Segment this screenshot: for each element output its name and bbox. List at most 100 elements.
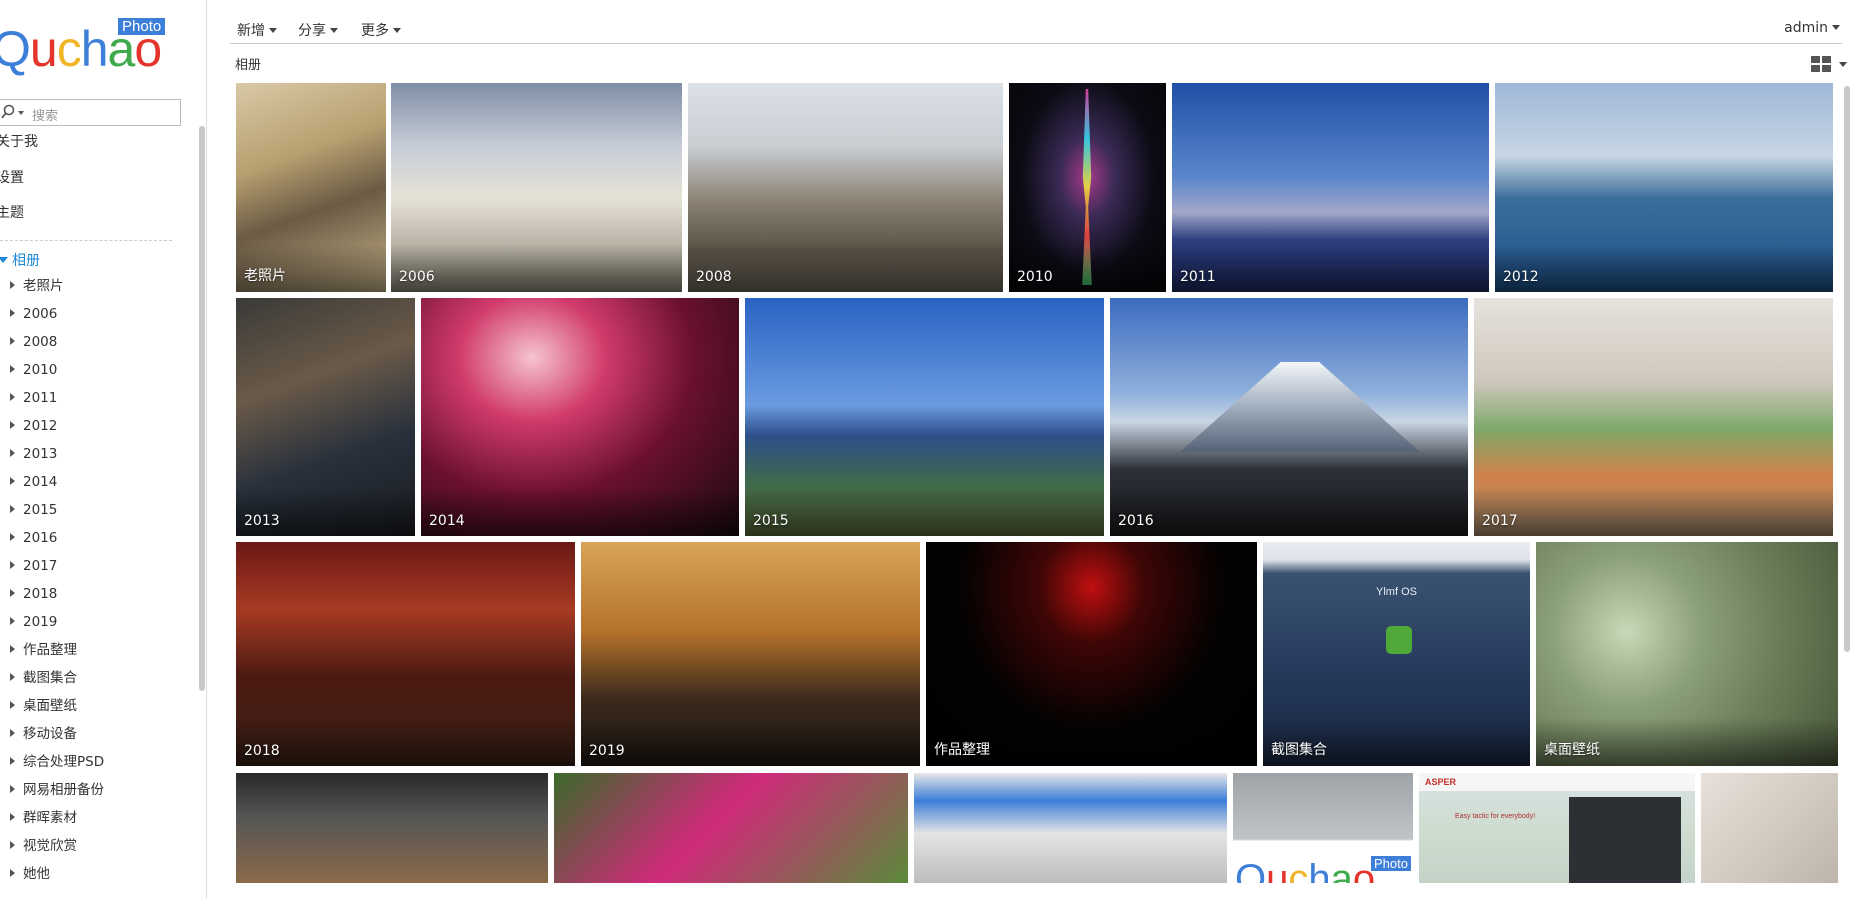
collapsed-caret-icon[interactable] <box>10 589 15 597</box>
tree-item[interactable]: 截图集合 <box>0 664 190 692</box>
album-tile[interactable]: 2018 <box>236 542 575 766</box>
tree-item[interactable]: 2012 <box>0 412 190 440</box>
album-tile[interactable] <box>1701 773 1838 883</box>
collapsed-caret-icon[interactable] <box>10 841 15 849</box>
tile-shade <box>1110 488 1468 536</box>
collapsed-caret-icon[interactable] <box>10 281 15 289</box>
expanded-caret-icon[interactable] <box>0 257 8 263</box>
collapsed-caret-icon[interactable] <box>10 337 15 345</box>
album-tile[interactable] <box>914 773 1227 883</box>
collapsed-caret-icon[interactable] <box>10 365 15 373</box>
album-tile[interactable]: 2006 <box>391 83 682 292</box>
album-tile[interactable]: 2010 <box>1009 83 1166 292</box>
collapsed-caret-icon[interactable] <box>10 701 15 709</box>
album-tile[interactable]: 作品整理 <box>926 542 1257 766</box>
collapsed-caret-icon[interactable] <box>10 813 15 821</box>
collapsed-caret-icon[interactable] <box>10 785 15 793</box>
collapsed-caret-icon[interactable] <box>10 449 15 457</box>
link-settings[interactable]: 设置 <box>0 167 24 187</box>
screenshot-logo: ASPER <box>1425 777 1457 787</box>
sidebar: Quchao Photo 搜索 关于我 设置 主题 相册 老照片 2006 2008… <box>0 0 207 899</box>
tree-item[interactable]: 网易相册备份 <box>0 776 190 804</box>
tree-item-label: 2014 <box>23 474 58 490</box>
collapsed-caret-icon[interactable] <box>10 421 15 429</box>
search-scope-caret-icon[interactable] <box>18 111 24 115</box>
album-tile[interactable] <box>554 773 908 883</box>
album-tile[interactable]: 桌面壁纸 <box>1536 542 1838 766</box>
collapsed-caret-icon[interactable] <box>10 477 15 485</box>
album-tile[interactable]: 2017 <box>1474 298 1833 536</box>
album-tile[interactable]: 2019 <box>581 542 920 766</box>
collapsed-caret-icon[interactable] <box>10 757 15 765</box>
album-tile[interactable]: 老照片 <box>236 83 386 292</box>
album-tile[interactable]: 2015 <box>745 298 1104 536</box>
tree-item[interactable]: 作品整理 <box>0 636 190 664</box>
tree-item[interactable]: 综合处理PSD <box>0 748 190 776</box>
user-menu[interactable]: admin <box>1784 20 1840 36</box>
tree-item[interactable]: 2008 <box>0 328 190 356</box>
tree-root-albums[interactable]: 相册 <box>0 250 40 270</box>
collapsed-caret-icon[interactable] <box>10 673 15 681</box>
collapsed-caret-icon[interactable] <box>10 617 15 625</box>
tree-item-label: 综合处理PSD <box>23 754 105 770</box>
menu-more[interactable]: 更多 <box>361 20 401 40</box>
tree-item[interactable]: 2011 <box>0 384 190 412</box>
tree-item[interactable]: 老照片 <box>0 272 190 300</box>
collapsed-caret-icon[interactable] <box>10 645 15 653</box>
menu-share[interactable]: 分享 <box>298 20 338 40</box>
tree-item[interactable]: 2013 <box>0 440 190 468</box>
tile-shade <box>745 488 1104 536</box>
collapsed-caret-icon[interactable] <box>10 309 15 317</box>
tree-item[interactable]: 她他 <box>0 860 190 888</box>
tree-item[interactable]: 桌面壁纸 <box>0 692 190 720</box>
screenshot-title: Ylmf OS <box>1376 586 1417 598</box>
tree-item-label: 她他 <box>23 866 50 882</box>
tree-item-label: 视觉欣赏 <box>23 838 77 854</box>
album-tile[interactable]: Ylmf OS 截图集合 <box>1263 542 1530 766</box>
tree-item[interactable]: 2006 <box>0 300 190 328</box>
search-input[interactable]: 搜索 <box>0 99 181 126</box>
tree-item[interactable]: 2010 <box>0 356 190 384</box>
screenshot-headline: Easy tactic for everybody! <box>1455 813 1536 820</box>
album-title: 2013 <box>244 513 280 529</box>
album-title: 2006 <box>399 269 435 285</box>
link-theme[interactable]: 主题 <box>0 202 24 222</box>
album-title: 2008 <box>696 269 732 285</box>
collapsed-caret-icon[interactable] <box>10 869 15 877</box>
collapsed-caret-icon[interactable] <box>10 729 15 737</box>
collapsed-caret-icon[interactable] <box>10 505 15 513</box>
user-name: admin <box>1784 20 1828 36</box>
album-tile[interactable]: Photo Quchao <box>1233 773 1413 883</box>
tree-item[interactable]: 群晖素材 <box>0 804 190 832</box>
tree-item[interactable]: 视觉欣赏 <box>0 832 190 860</box>
album-title: 2018 <box>244 743 280 759</box>
album-tile[interactable]: 2016 <box>1110 298 1468 536</box>
album-tile[interactable]: 2014 <box>421 298 739 536</box>
album-tile[interactable] <box>236 773 548 883</box>
album-tile[interactable]: 2012 <box>1495 83 1833 292</box>
tree-item-label: 群晖素材 <box>23 810 77 826</box>
tree-item[interactable]: 移动设备 <box>0 720 190 748</box>
screenshot-header <box>1419 773 1695 791</box>
collapsed-caret-icon[interactable] <box>10 561 15 569</box>
album-tile[interactable]: 2013 <box>236 298 415 536</box>
collapsed-caret-icon[interactable] <box>10 393 15 401</box>
tree-item[interactable]: 2019 <box>0 608 190 636</box>
album-title: 截图集合 <box>1271 742 1327 758</box>
album-title: 老照片 <box>244 268 286 284</box>
menu-new[interactable]: 新增 <box>237 20 277 40</box>
tree-item[interactable]: 2017 <box>0 552 190 580</box>
tree-item[interactable]: 2014 <box>0 468 190 496</box>
tree-item[interactable]: 2016 <box>0 524 190 552</box>
link-about[interactable]: 关于我 <box>0 131 38 151</box>
tree-item[interactable]: 2015 <box>0 496 190 524</box>
tree-item[interactable]: 2018 <box>0 580 190 608</box>
search-icon[interactable] <box>1 104 15 120</box>
album-tile[interactable]: 2011 <box>1172 83 1489 292</box>
album-tile[interactable]: ASPER Easy tactic for everybody! <box>1419 773 1695 883</box>
main-scrollbar[interactable] <box>1844 86 1850 652</box>
collapsed-caret-icon[interactable] <box>10 533 15 541</box>
site-logo[interactable]: Quchao Photo <box>0 14 172 84</box>
sidebar-scrollbar[interactable] <box>199 126 205 691</box>
album-tile[interactable]: 2008 <box>688 83 1003 292</box>
